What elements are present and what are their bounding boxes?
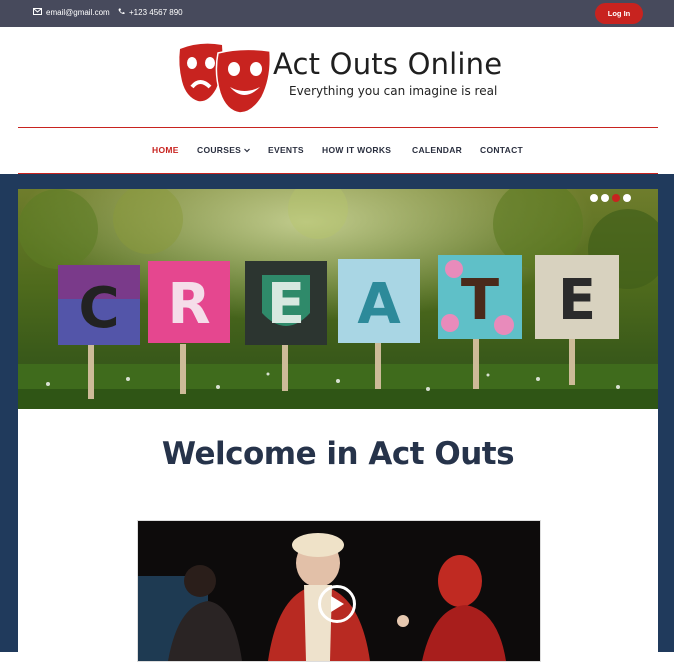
login-button[interactable]: Log In	[595, 3, 643, 24]
nav-item-events[interactable]: EVENTS	[268, 145, 304, 155]
nav-item-contact[interactable]: CONTACT	[480, 145, 523, 155]
content-section: Welcome in Act Outs	[18, 409, 658, 662]
slider-dot[interactable]	[590, 194, 598, 202]
nav-item-courses-label: COURSES	[197, 145, 242, 155]
brand-tagline: Everything you can imagine is real	[289, 84, 498, 98]
nav-item-how-it-works[interactable]: HOW IT WORKS	[322, 145, 391, 155]
slider-dot[interactable]	[623, 194, 631, 202]
email-text: email@gmail.com	[46, 8, 110, 17]
brand-name[interactable]: Act Outs Online	[273, 47, 502, 81]
sign-letter: T	[461, 268, 499, 333]
nav-item-courses[interactable]: COURSES	[197, 145, 250, 155]
theater-masks-icon[interactable]	[178, 41, 274, 115]
main-nav: HOME COURSES EVENTS HOW IT WORKS CALENDA…	[0, 145, 674, 157]
sign-letter: R	[167, 272, 210, 337]
phone-contact[interactable]: +123 4567 890	[118, 8, 183, 17]
nav-item-home[interactable]: HOME	[152, 145, 179, 155]
slider-dot-active[interactable]	[612, 194, 620, 202]
top-bar: email@gmail.com +123 4567 890 Log In	[0, 0, 674, 27]
welcome-heading: Welcome in Act Outs	[161, 436, 515, 472]
email-contact[interactable]: email@gmail.com	[33, 8, 110, 17]
hero-slider[interactable]: C R E A T E	[18, 189, 658, 409]
intro-video[interactable]	[137, 520, 541, 662]
slider-dots	[590, 194, 631, 202]
phone-text: +123 4567 890	[129, 8, 183, 17]
hero-image: C R E A T E	[18, 189, 658, 409]
sign-letter: E	[558, 268, 596, 333]
phone-icon	[118, 8, 125, 17]
sign-letter: E	[267, 272, 305, 337]
play-icon[interactable]	[318, 585, 356, 623]
nav-item-calendar[interactable]: CALENDAR	[412, 145, 462, 155]
sign-letter: A	[357, 272, 401, 337]
site-header: Act Outs Online Everything you can imagi…	[0, 27, 674, 174]
slider-dot[interactable]	[601, 194, 609, 202]
chevron-down-icon	[243, 145, 250, 155]
sign-letter: C	[78, 276, 119, 341]
envelope-icon	[33, 8, 42, 17]
header-divider-top	[18, 127, 658, 128]
